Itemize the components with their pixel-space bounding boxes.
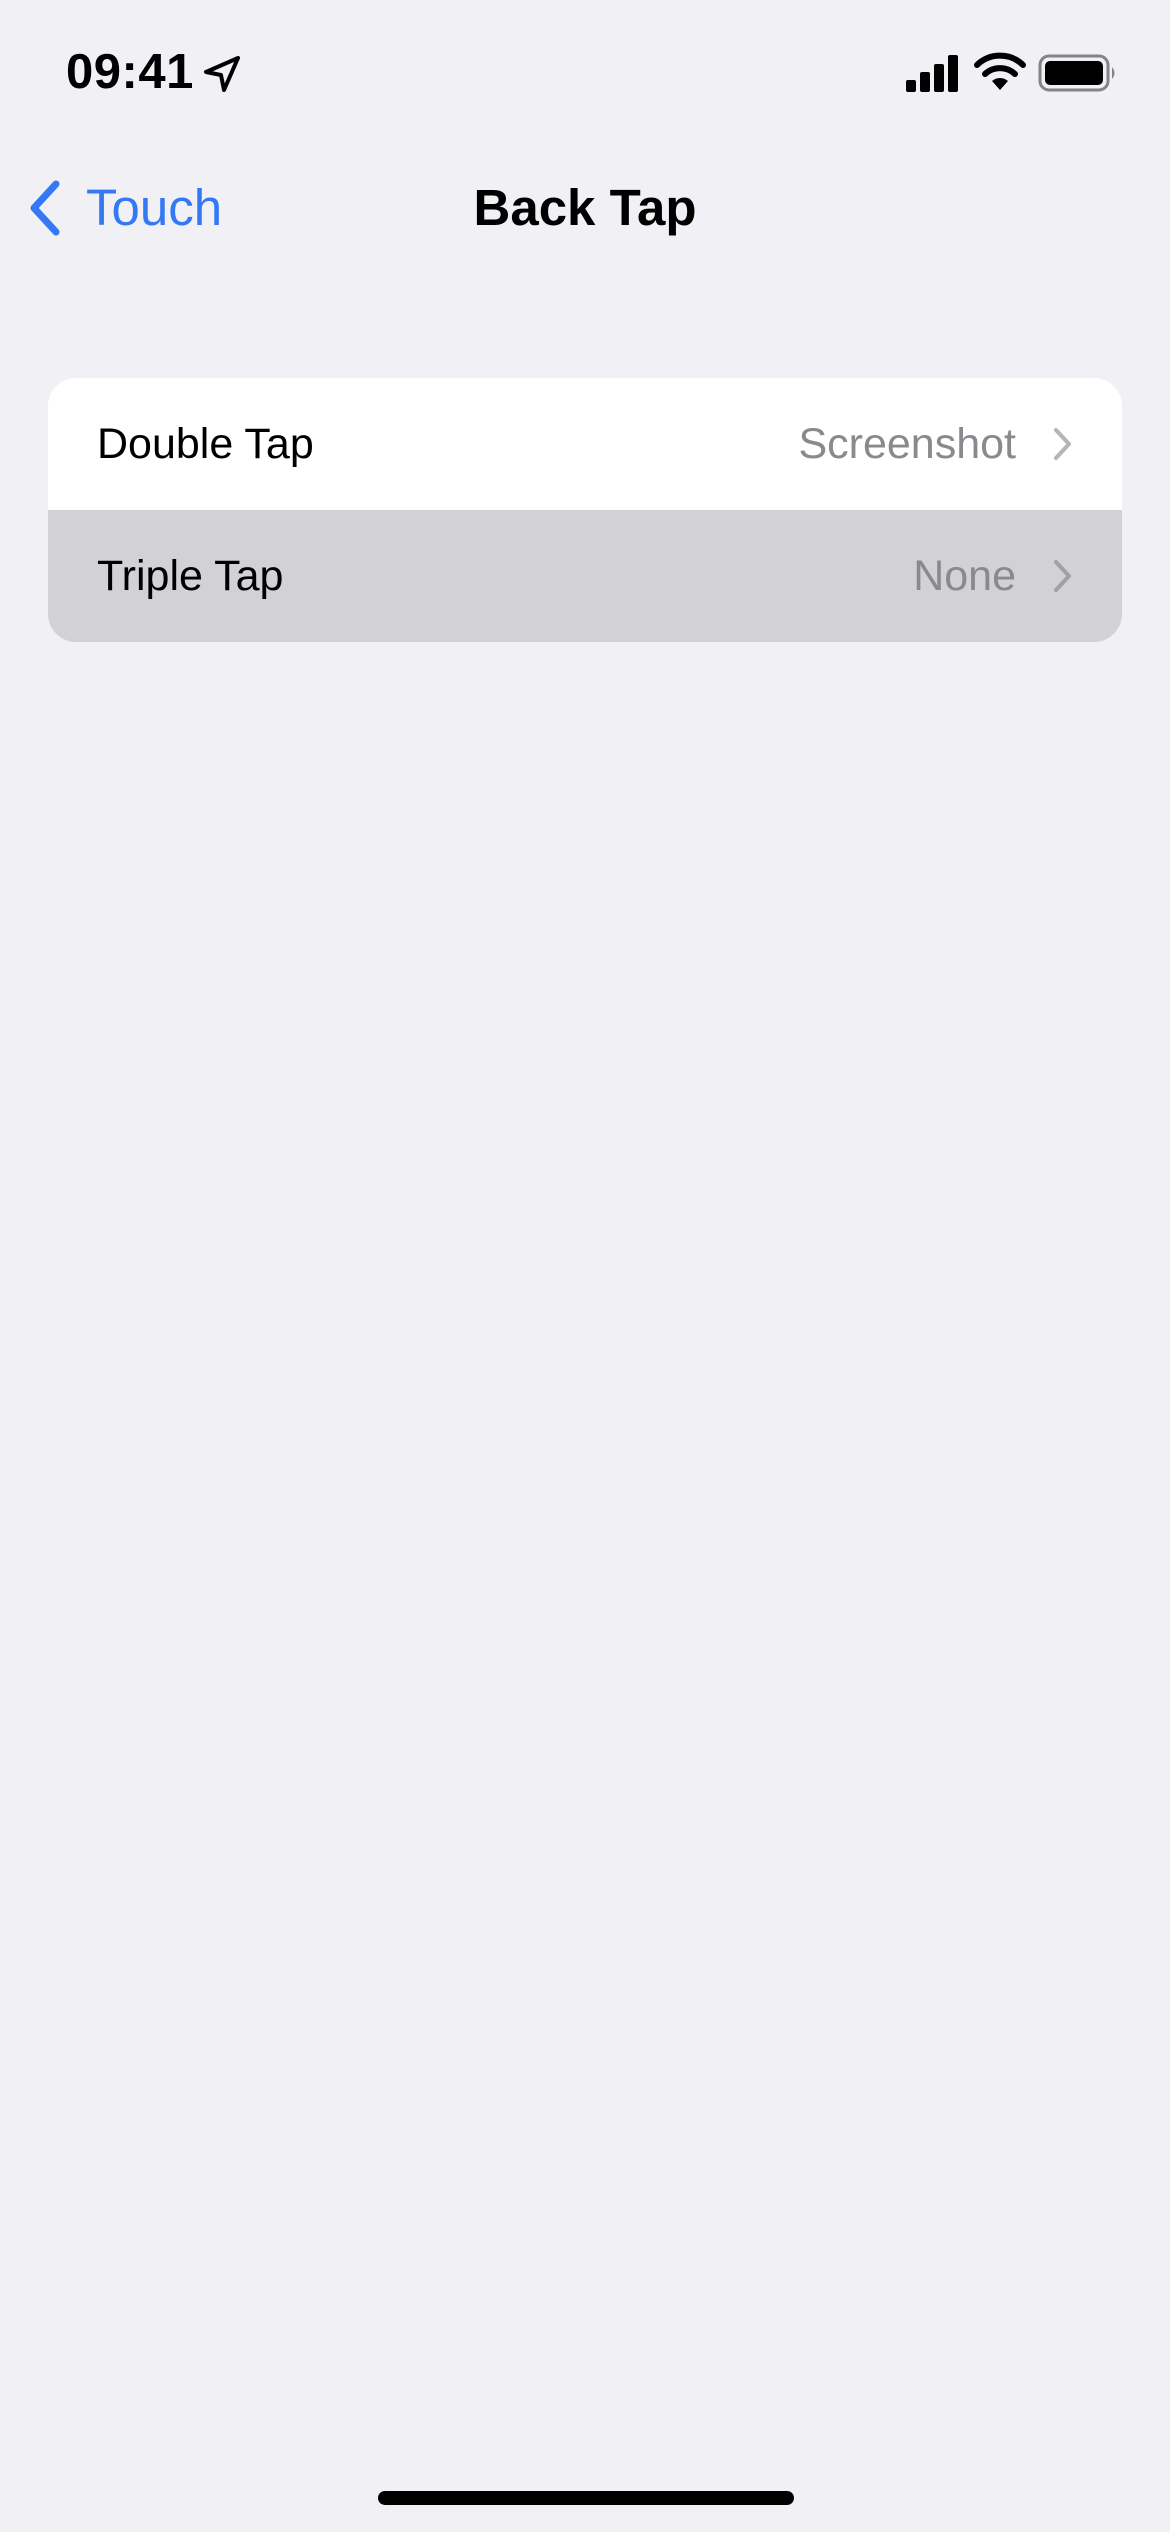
home-indicator[interactable]: [378, 2491, 794, 2505]
triple-tap-row[interactable]: Triple Tap None: [48, 510, 1122, 642]
chevron-left-icon: [30, 180, 60, 236]
triple-tap-value: None: [913, 552, 1016, 600]
battery-icon: [1038, 54, 1115, 92]
location-arrow-icon: [204, 56, 240, 92]
status-bar: 09:41: [0, 0, 1170, 140]
navigation-bar: Back Tap Touch: [0, 160, 1170, 256]
back-button-label: Touch: [86, 179, 223, 236]
chevron-right-icon: [1054, 560, 1071, 592]
cellular-signal-icon: [906, 55, 958, 92]
back-button[interactable]: Touch: [24, 160, 222, 256]
back-tap-settings-group: Double Tap Screenshot Triple Tap None: [48, 378, 1122, 642]
double-tap-row[interactable]: Double Tap Screenshot: [48, 378, 1122, 510]
status-time: 09:41: [66, 45, 194, 99]
chevron-right-icon: [1054, 428, 1071, 460]
wifi-icon: [974, 52, 1026, 90]
double-tap-label: Double Tap: [97, 420, 314, 468]
double-tap-value: Screenshot: [798, 420, 1016, 468]
triple-tap-label: Triple Tap: [97, 552, 284, 600]
